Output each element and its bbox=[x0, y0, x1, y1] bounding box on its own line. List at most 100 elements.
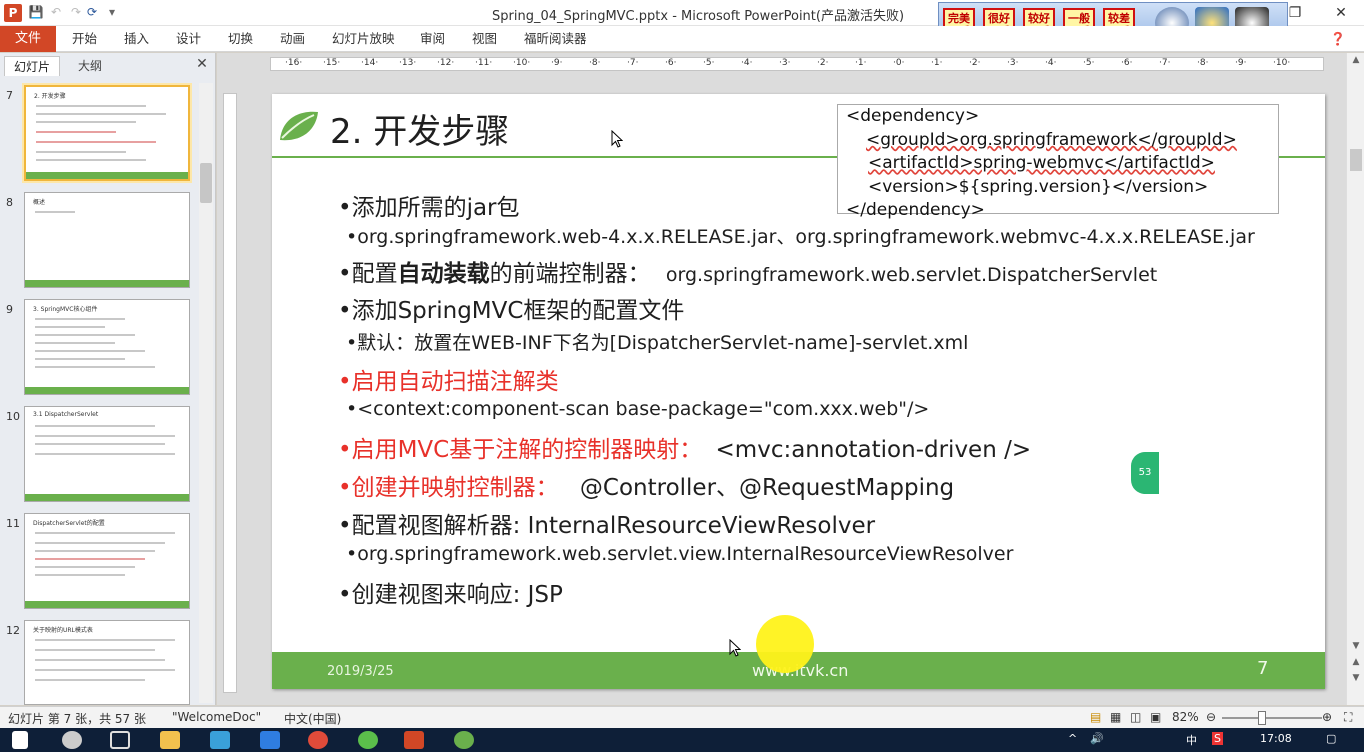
slideshow-view-icon[interactable]: ▣ bbox=[1150, 710, 1161, 724]
windows-taskbar: ^ 🔊 中 S 17:08 ▢ bbox=[0, 728, 1364, 752]
fit-to-window-icon[interactable]: ⛶ bbox=[1344, 710, 1352, 725]
save-icon[interactable]: 💾 bbox=[28, 4, 44, 20]
store-icon[interactable] bbox=[210, 731, 230, 749]
thumbnail-title: 3. SpringMVC核心组件 bbox=[33, 306, 98, 313]
tab-review[interactable]: 审阅 bbox=[420, 26, 445, 52]
sogou-input-icon[interactable]: S bbox=[1212, 732, 1223, 745]
vertical-ruler bbox=[223, 93, 237, 693]
zoom-in-icon[interactable]: ⊕ bbox=[1322, 710, 1332, 724]
bullet-text: 的前端控制器： bbox=[489, 261, 651, 287]
slide-editor: ·16· ·15· ·14· ·13· ·12· ·11· ·10· ·9· ·8· ·7· ·6·… bbox=[217, 53, 1364, 705]
tab-home[interactable]: 开始 bbox=[72, 26, 97, 52]
powerpoint-taskbar-icon[interactable] bbox=[404, 731, 424, 749]
thumbnail-scrollbar[interactable] bbox=[199, 83, 213, 703]
zoom-level[interactable]: 82% bbox=[1172, 710, 1199, 724]
bullet-add-jar: •添加所需的jar包 bbox=[338, 195, 520, 221]
tab-animations[interactable]: 动画 bbox=[280, 26, 305, 52]
refresh-icon[interactable]: ⟳ bbox=[84, 4, 100, 20]
bullet-dispatcher: •配置自动装载的前端控制器： org.springframework.web.s… bbox=[338, 254, 1157, 288]
tab-insert[interactable]: 插入 bbox=[124, 26, 149, 52]
status-bar: 幻灯片 第 7 张，共 57 张 "WelcomeDoc" 中文(中国) ▤ ▦… bbox=[0, 706, 1364, 728]
thumbnail-number: 7 bbox=[6, 89, 13, 102]
edit-app-icon[interactable] bbox=[260, 731, 280, 749]
powerpoint-app-icon[interactable]: P bbox=[4, 4, 22, 22]
reading-view-icon[interactable]: ◫ bbox=[1130, 710, 1141, 724]
undo-icon[interactable]: ↶ bbox=[48, 4, 64, 20]
slide-title: 2. 开发步骤 bbox=[330, 112, 510, 152]
slide-sorter-icon[interactable]: ▦ bbox=[1110, 710, 1121, 724]
thumbnail-number: 12 bbox=[6, 624, 20, 637]
tab-slideshow[interactable]: 幻灯片放映 bbox=[332, 26, 395, 52]
mouse-pointer-icon bbox=[611, 130, 623, 148]
dispatcher-class-name: org.springframework.web.servlet.Dispatch… bbox=[665, 264, 1158, 286]
previous-slide-icon[interactable]: ▲ bbox=[1349, 657, 1363, 671]
scroll-up-icon[interactable]: ▲ bbox=[1349, 55, 1363, 69]
tab-design[interactable]: 设计 bbox=[176, 26, 201, 52]
tray-chevron-icon[interactable]: ^ bbox=[1068, 732, 1077, 745]
normal-view-icon[interactable]: ▤ bbox=[1090, 710, 1101, 724]
tab-transitions[interactable]: 切换 bbox=[228, 26, 253, 52]
spring-tool-icon[interactable] bbox=[454, 731, 474, 749]
cursor-highlight bbox=[756, 615, 814, 673]
windows-start-icon[interactable] bbox=[12, 731, 28, 749]
scrollbar-thumb[interactable] bbox=[200, 163, 212, 203]
thumbnail-title: 概述 bbox=[33, 199, 46, 206]
notification-icon[interactable]: ▢ bbox=[1326, 732, 1336, 745]
slide-thumbnail[interactable]: 关于映射的URL模式表 bbox=[24, 620, 190, 705]
thumbnail-number: 10 bbox=[6, 410, 20, 423]
bullet-text: •启用MVC基于注解的控制器映射： bbox=[338, 437, 703, 463]
thumbnail-number: 9 bbox=[6, 303, 13, 316]
slide-thumbnail[interactable]: 3.1 DispatcherServlet bbox=[24, 406, 190, 502]
slide-thumbnail[interactable]: DispatcherServlet的配置 bbox=[24, 513, 190, 609]
scroll-down-icon[interactable]: ▼ bbox=[1349, 641, 1363, 655]
chrome-icon[interactable] bbox=[308, 731, 328, 749]
tab-outline[interactable]: 大纲 bbox=[62, 56, 118, 76]
code-line: <groupId>org.springframework</groupId> bbox=[866, 129, 1237, 150]
side-floating-badge[interactable]: 53 bbox=[1131, 452, 1159, 494]
code-line: </dependency> bbox=[846, 200, 985, 220]
zoom-slider-knob[interactable] bbox=[1258, 711, 1266, 725]
cortana-icon[interactable] bbox=[62, 731, 82, 749]
tab-view[interactable]: 视图 bbox=[472, 26, 497, 52]
window-title: Spring_04_SpringMVC.pptx - Microsoft Pow… bbox=[492, 9, 905, 24]
slide-count-status: 幻灯片 第 7 张，共 57 张 bbox=[8, 712, 146, 726]
bullet-default-location: •默认：放置在WEB-INF下名为[DispatcherServlet-name… bbox=[346, 332, 969, 354]
footer-date: 2019/3/25 bbox=[327, 664, 394, 679]
ime-indicator[interactable]: 中 bbox=[1186, 732, 1197, 748]
slide-canvas[interactable]: 2. 开发步骤 <dependency> <groupId>org.spring… bbox=[272, 94, 1325, 689]
tab-slides[interactable]: 幻灯片 bbox=[4, 56, 60, 76]
clock[interactable]: 17:08 bbox=[1260, 732, 1292, 745]
redo-icon[interactable]: ↷ bbox=[68, 4, 84, 20]
bullet-controller: •创建并映射控制器： @Controller、@RequestMapping bbox=[338, 468, 954, 502]
bullet-jar-list: •org.springframework.web-4.x.x.RELEASE.j… bbox=[346, 226, 1255, 248]
close-window-icon[interactable]: ✕ bbox=[1326, 3, 1356, 23]
slide-thumbnail[interactable]: 2. 开发步骤 bbox=[24, 85, 190, 181]
green-app-icon[interactable] bbox=[358, 731, 378, 749]
next-slide-icon[interactable]: ▼ bbox=[1349, 673, 1363, 687]
task-view-icon[interactable] bbox=[110, 731, 130, 749]
bullet-component-scan: •启用自动扫描注解类 bbox=[338, 369, 559, 395]
editor-scrollbar[interactable]: ▲ ▼ ▲ ▼ bbox=[1346, 53, 1364, 705]
language-status[interactable]: 中文(中国) bbox=[284, 710, 341, 727]
slide-thumbnail[interactable]: 概述 bbox=[24, 192, 190, 288]
bullet-config-file: •添加SpringMVC框架的配置文件 bbox=[338, 298, 685, 324]
bullet-view-resolver: •配置视图解析器: InternalResourceViewResolver bbox=[338, 513, 876, 539]
thumbnail-title: 3.1 DispatcherServlet bbox=[33, 411, 99, 418]
slides-panel: 幻灯片 大纲 ✕ 7 2. 开发步骤 8 概述 9 3. SpringMVC核心… bbox=[0, 53, 216, 705]
file-explorer-icon[interactable] bbox=[160, 731, 180, 749]
close-panel-icon[interactable]: ✕ bbox=[194, 56, 210, 74]
dependency-code-box[interactable]: <dependency> <groupId>org.springframewor… bbox=[837, 104, 1279, 220]
bullet-mvc-annotation: •启用MVC基于注解的控制器映射： <mvc:annotation-driven… bbox=[338, 430, 1031, 464]
help-icon[interactable]: ❓ bbox=[1330, 26, 1346, 52]
slide-thumbnail[interactable]: 3. SpringMVC核心组件 bbox=[24, 299, 190, 395]
tab-file[interactable]: 文件 bbox=[0, 26, 56, 52]
theme-status: "WelcomeDoc" bbox=[172, 710, 262, 724]
volume-icon[interactable]: 🔊 bbox=[1090, 732, 1104, 745]
controller-annotations: @Controller、@RequestMapping bbox=[579, 475, 955, 501]
tab-foxit-reader[interactable]: 福昕阅读器 bbox=[524, 26, 587, 52]
quick-access-dropdown-icon[interactable]: ▾ bbox=[104, 4, 120, 20]
zoom-slider[interactable] bbox=[1222, 717, 1322, 719]
thumbnail-title: 关于映射的URL模式表 bbox=[33, 627, 93, 634]
scrollbar-thumb[interactable] bbox=[1350, 149, 1362, 171]
zoom-out-icon[interactable]: ⊖ bbox=[1206, 710, 1216, 724]
